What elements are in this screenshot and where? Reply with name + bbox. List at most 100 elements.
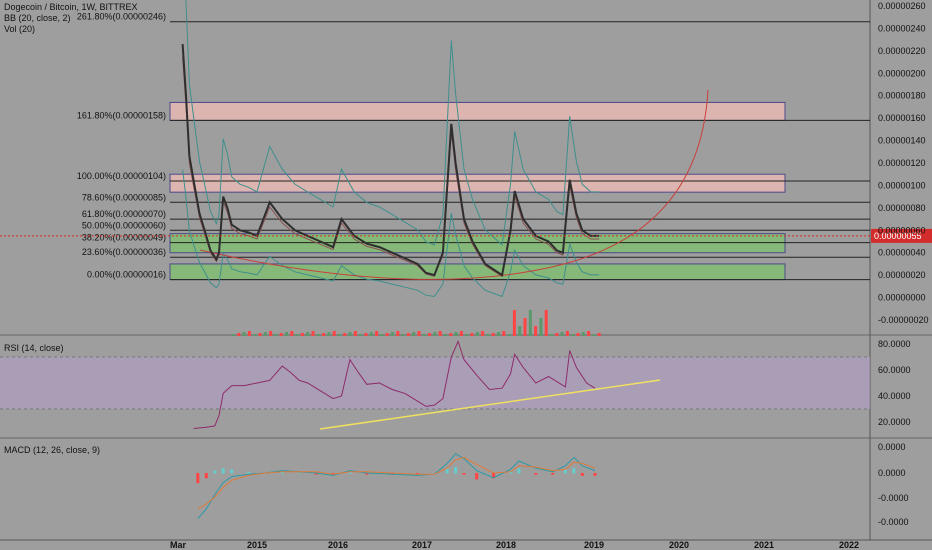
red-fib-zone bbox=[169, 101, 786, 121]
macd-histogram-bar bbox=[580, 473, 584, 476]
fib-level-label: 78.60%(0.00000085) bbox=[82, 192, 166, 202]
price-axis-tick: 0.00000140 bbox=[878, 136, 926, 146]
volume-bar bbox=[581, 332, 585, 336]
volume-bar bbox=[380, 334, 384, 336]
macd-histogram-bar bbox=[204, 473, 208, 479]
volume-bar bbox=[375, 331, 379, 336]
rsi-axis-tick: 40.0000 bbox=[878, 391, 911, 401]
volume-bar bbox=[470, 333, 474, 336]
time-axis-tick: 2015 bbox=[247, 540, 267, 550]
volume-bar bbox=[338, 334, 341, 336]
volume-bar bbox=[401, 334, 405, 336]
volume-bar bbox=[587, 331, 591, 336]
volume-bar bbox=[481, 331, 485, 336]
volume-bar bbox=[433, 332, 437, 336]
green-fib-zone bbox=[169, 263, 786, 281]
macd-axis-tick: -0.0000 bbox=[878, 493, 909, 503]
volume-bar bbox=[274, 334, 278, 336]
volume-bar bbox=[444, 334, 447, 336]
macd-histogram-bar bbox=[572, 468, 576, 474]
volume-bar bbox=[258, 333, 262, 336]
volume-bar bbox=[475, 332, 479, 336]
price-axis-tick: 0.00000180 bbox=[878, 91, 926, 101]
fib-level-label: 0.00%(0.00000016) bbox=[87, 270, 166, 280]
fib-level-label: 61.80%(0.00000070) bbox=[82, 209, 166, 219]
time-axis-tick: 2017 bbox=[412, 540, 432, 550]
volume-bar bbox=[232, 334, 235, 336]
volume-bar bbox=[332, 331, 336, 336]
fib-level-label: 261.80%(0.00000246) bbox=[77, 12, 166, 22]
volume-bar bbox=[550, 334, 553, 336]
price-axis-tick: 0.00000060 bbox=[878, 225, 926, 235]
volume-bar bbox=[497, 332, 500, 336]
macd-histogram-bar bbox=[230, 469, 234, 474]
macd-axis-tick: -0.0000 bbox=[878, 517, 909, 527]
macd-histogram-bar bbox=[213, 470, 217, 474]
volume-bar bbox=[539, 318, 543, 336]
legend-symbol[interactable]: Dogecoin / Bitcoin, 1W, BITTREX bbox=[4, 2, 138, 13]
macd-histogram-bar bbox=[297, 473, 301, 474]
price-axis-tick: 0.00000120 bbox=[878, 158, 926, 168]
macd-histogram-bar bbox=[593, 473, 597, 476]
macd-histogram-bar bbox=[462, 473, 466, 475]
legend-rsi[interactable]: RSI (14, close) bbox=[4, 343, 64, 354]
volume-bar bbox=[406, 333, 410, 336]
time-axis-tick: 2018 bbox=[496, 540, 516, 550]
volume-bar bbox=[348, 332, 352, 336]
volume-bar bbox=[311, 331, 315, 336]
legend-macd[interactable]: MACD (12, 26, close, 9) bbox=[4, 445, 100, 456]
volume-bar bbox=[528, 310, 532, 336]
volume-bar bbox=[369, 332, 373, 336]
volume-bar bbox=[454, 332, 458, 336]
volume-bar bbox=[523, 318, 527, 336]
macd-histogram-bar bbox=[247, 471, 251, 474]
price-axis-tick: 0.00000240 bbox=[878, 23, 926, 33]
macd-histogram-bar bbox=[196, 473, 200, 484]
volume-bar bbox=[544, 310, 548, 336]
volume-bar bbox=[316, 334, 320, 336]
macd-histogram-bar bbox=[551, 473, 555, 475]
price-axis-tick: 0.00000000 bbox=[878, 293, 926, 303]
macd-line bbox=[197, 453, 596, 519]
volume-bar bbox=[502, 331, 506, 336]
volume-bar bbox=[491, 333, 495, 336]
volume-bar bbox=[242, 332, 246, 336]
signal-line bbox=[197, 456, 596, 510]
volume-bar bbox=[279, 333, 283, 336]
legend-bb[interactable]: BB (20, close, 2) bbox=[4, 13, 71, 24]
fib-level-label: 23.60%(0.00000036) bbox=[82, 247, 166, 257]
volume-bar bbox=[247, 331, 251, 336]
price-axis-tick: 0.00000100 bbox=[878, 180, 926, 190]
price-axis-tick: 0.00000040 bbox=[878, 248, 926, 258]
volume-bar bbox=[306, 332, 310, 336]
macd-histogram-bar bbox=[221, 468, 225, 474]
volume-bar bbox=[422, 334, 426, 336]
fib-level-label: 50.00%(0.00000060) bbox=[82, 220, 166, 230]
volume-bar bbox=[597, 333, 601, 336]
volume-bar bbox=[565, 331, 569, 336]
price-axis-tick: 0.00000200 bbox=[878, 68, 926, 78]
macd-axis-tick: 0.0000 bbox=[878, 468, 906, 478]
red-fib-zone bbox=[169, 173, 786, 193]
volume-bar bbox=[571, 334, 575, 336]
macd-histogram-bar bbox=[563, 469, 567, 474]
time-axis-tick: Mar bbox=[170, 540, 187, 550]
rsi-axis-tick: 60.0000 bbox=[878, 365, 911, 375]
volume-bar bbox=[290, 331, 294, 336]
volume-bar bbox=[534, 326, 538, 336]
volume-bar bbox=[385, 333, 389, 336]
volume-bar bbox=[391, 332, 394, 336]
volume-bar bbox=[237, 333, 241, 336]
fib-level-label: 161.80%(0.00000158) bbox=[77, 110, 166, 120]
volume-bar bbox=[359, 334, 363, 336]
volume-bar bbox=[353, 331, 357, 336]
volume-bar bbox=[459, 331, 463, 336]
volume-bar bbox=[560, 332, 564, 336]
volume-bar bbox=[438, 331, 442, 336]
fib-level-label: 38.20%(0.00000049) bbox=[82, 233, 166, 243]
rsi-axis-tick: 80.0000 bbox=[878, 339, 911, 349]
legend-vol[interactable]: Vol (20) bbox=[4, 24, 35, 35]
volume-bar bbox=[343, 333, 347, 336]
volume-bar bbox=[486, 334, 490, 336]
volume-bar bbox=[518, 326, 522, 336]
